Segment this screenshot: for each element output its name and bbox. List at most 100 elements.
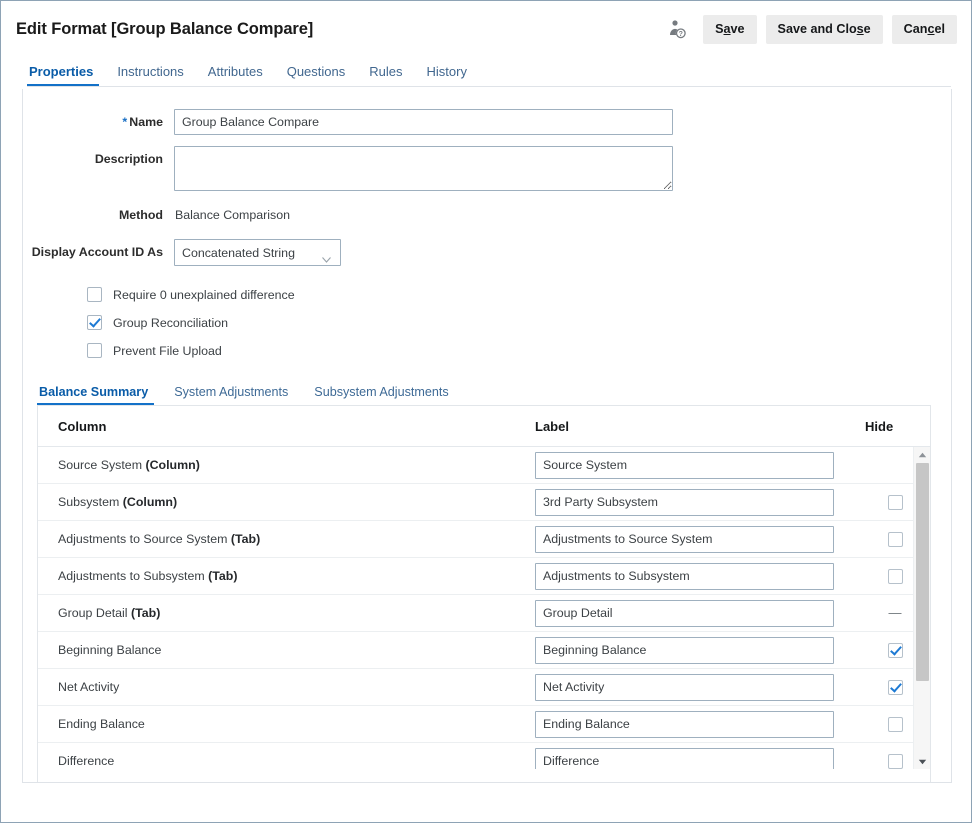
balance-subtabstrip: Balance Summary System Adjustments Subsy… <box>37 379 931 406</box>
group-reconciliation-label: Group Reconciliation <box>113 316 228 330</box>
row-column-name: Subsystem (Column) <box>58 495 535 509</box>
dialog-titlebar: Edit Format [Group Balance Compare] ? Sa… <box>1 1 971 57</box>
row-hide-checkbox[interactable] <box>888 754 903 769</box>
table-row: Source System (Column) <box>38 447 930 484</box>
edit-format-dialog: Edit Format [Group Balance Compare] ? Sa… <box>0 0 972 823</box>
page-title: Edit Format [Group Balance Compare] <box>16 20 313 39</box>
description-row: Description <box>23 146 951 191</box>
row-hide-dash: — <box>889 608 902 618</box>
require-zero-difference-label: Require 0 unexplained difference <box>113 288 295 302</box>
tab-properties[interactable]: Properties <box>27 65 105 87</box>
properties-panel: *Name Description Method Balance Compari… <box>22 89 952 783</box>
table-row: Group Detail (Tab) — <box>38 595 930 632</box>
row-column-name: Difference <box>58 754 535 768</box>
row-hide-checkbox[interactable] <box>888 717 903 732</box>
header-column: Column <box>58 419 535 434</box>
header-label: Label <box>535 419 865 434</box>
row-label-input[interactable] <box>535 748 834 770</box>
row-column-name: Adjustments to Subsystem (Tab) <box>58 569 535 583</box>
require-zero-difference-checkbox[interactable] <box>87 287 102 302</box>
table-row: Beginning Balance <box>38 632 930 669</box>
row-label-input[interactable] <box>535 674 834 701</box>
tab-instructions[interactable]: Instructions <box>105 65 195 87</box>
table-row: Net Activity <box>38 669 930 706</box>
row-hide-checkbox[interactable] <box>888 643 903 658</box>
row-label-input[interactable] <box>535 563 834 590</box>
row-column-name: Beginning Balance <box>58 643 535 657</box>
row-label-cell <box>535 526 865 553</box>
required-marker: * <box>122 115 127 129</box>
row-hide-checkbox[interactable] <box>888 569 903 584</box>
row-hide-checkbox[interactable] <box>888 495 903 510</box>
subtab-balance-summary[interactable]: Balance Summary <box>37 385 161 406</box>
row-label-input[interactable] <box>535 600 834 627</box>
row-label-cell <box>535 748 865 770</box>
row-label-input[interactable] <box>535 637 834 664</box>
name-row: *Name <box>23 109 951 135</box>
name-label-text: Name <box>129 115 163 129</box>
row-label-cell <box>535 600 865 627</box>
svg-text:?: ? <box>679 31 683 38</box>
titlebar-actions: ? Save Save and Close Cancel <box>664 15 957 44</box>
table-row: Difference <box>38 743 930 769</box>
row-label-cell <box>535 711 865 738</box>
row-column-name: Ending Balance <box>58 717 535 731</box>
prevent-file-upload-checkbox[interactable] <box>87 343 102 358</box>
name-label: *Name <box>23 109 174 135</box>
row-label-input[interactable] <box>535 452 834 479</box>
row-hide-checkbox[interactable] <box>888 680 903 695</box>
tab-rules[interactable]: Rules <box>357 65 414 87</box>
prevent-file-upload-label: Prevent File Upload <box>113 344 222 358</box>
row-label-cell <box>535 637 865 664</box>
cancel-button[interactable]: Cancel <box>892 15 957 44</box>
user-help-icon[interactable]: ? <box>664 15 690 43</box>
table-row: Adjustments to Subsystem (Tab) <box>38 558 930 595</box>
row-label-input[interactable] <box>535 711 834 738</box>
row-label-input[interactable] <box>535 489 834 516</box>
row-label-cell <box>535 674 865 701</box>
group-reconciliation-row[interactable]: Group Reconciliation <box>87 309 951 336</box>
subtab-system-adjustments[interactable]: System Adjustments <box>161 385 301 406</box>
scroll-up-arrow-icon[interactable] <box>914 447 931 462</box>
row-column-name: Net Activity <box>58 680 535 694</box>
format-form: *Name Description Method Balance Compari… <box>23 89 951 364</box>
display-account-id-row: Display Account ID As Concatenated Strin… <box>23 239 951 266</box>
row-hide-checkbox[interactable] <box>888 532 903 547</box>
table-header-row: Column Label Hide <box>38 406 930 447</box>
row-label-cell <box>535 563 865 590</box>
display-account-id-value: Concatenated String <box>175 246 295 260</box>
save-and-close-button[interactable]: Save and Close <box>766 15 883 44</box>
row-column-name: Source System (Column) <box>58 458 535 472</box>
method-label: Method <box>23 202 174 228</box>
balance-summary-table: Column Label Hide Source System (Column)… <box>37 406 931 783</box>
group-reconciliation-checkbox[interactable] <box>87 315 102 330</box>
table-row: Subsystem (Column) <box>38 484 930 521</box>
description-textarea[interactable] <box>174 146 673 191</box>
table-row: Ending Balance <box>38 706 930 743</box>
table-body: Source System (Column) Subsystem (Column)… <box>38 447 930 769</box>
method-value: Balance Comparison <box>174 202 290 228</box>
scroll-down-arrow-icon[interactable] <box>914 754 931 769</box>
require-zero-difference-row[interactable]: Require 0 unexplained difference <box>87 281 951 308</box>
main-tabstrip: Properties Instructions Attributes Quest… <box>1 57 971 87</box>
method-row: Method Balance Comparison <box>23 202 951 228</box>
subtab-subsystem-adjustments[interactable]: Subsystem Adjustments <box>301 385 461 406</box>
description-label: Description <box>23 146 174 172</box>
row-label-cell <box>535 489 865 516</box>
header-hide: Hide <box>865 419 925 434</box>
tab-attributes[interactable]: Attributes <box>196 65 275 87</box>
name-input[interactable] <box>174 109 673 135</box>
tab-questions[interactable]: Questions <box>275 65 358 87</box>
row-column-name: Adjustments to Source System (Tab) <box>58 532 535 546</box>
row-column-name: Group Detail (Tab) <box>58 606 535 620</box>
display-account-id-label: Display Account ID As <box>23 239 174 265</box>
prevent-file-upload-row[interactable]: Prevent File Upload <box>87 337 951 364</box>
row-label-input[interactable] <box>535 526 834 553</box>
save-button[interactable]: Save <box>703 15 756 44</box>
display-account-id-select[interactable]: Concatenated String <box>174 239 341 266</box>
tab-history[interactable]: History <box>415 65 479 87</box>
scrollbar-thumb[interactable] <box>916 463 929 681</box>
table-row: Adjustments to Source System (Tab) <box>38 521 930 558</box>
row-label-cell <box>535 452 865 479</box>
table-vertical-scrollbar[interactable] <box>913 447 930 769</box>
